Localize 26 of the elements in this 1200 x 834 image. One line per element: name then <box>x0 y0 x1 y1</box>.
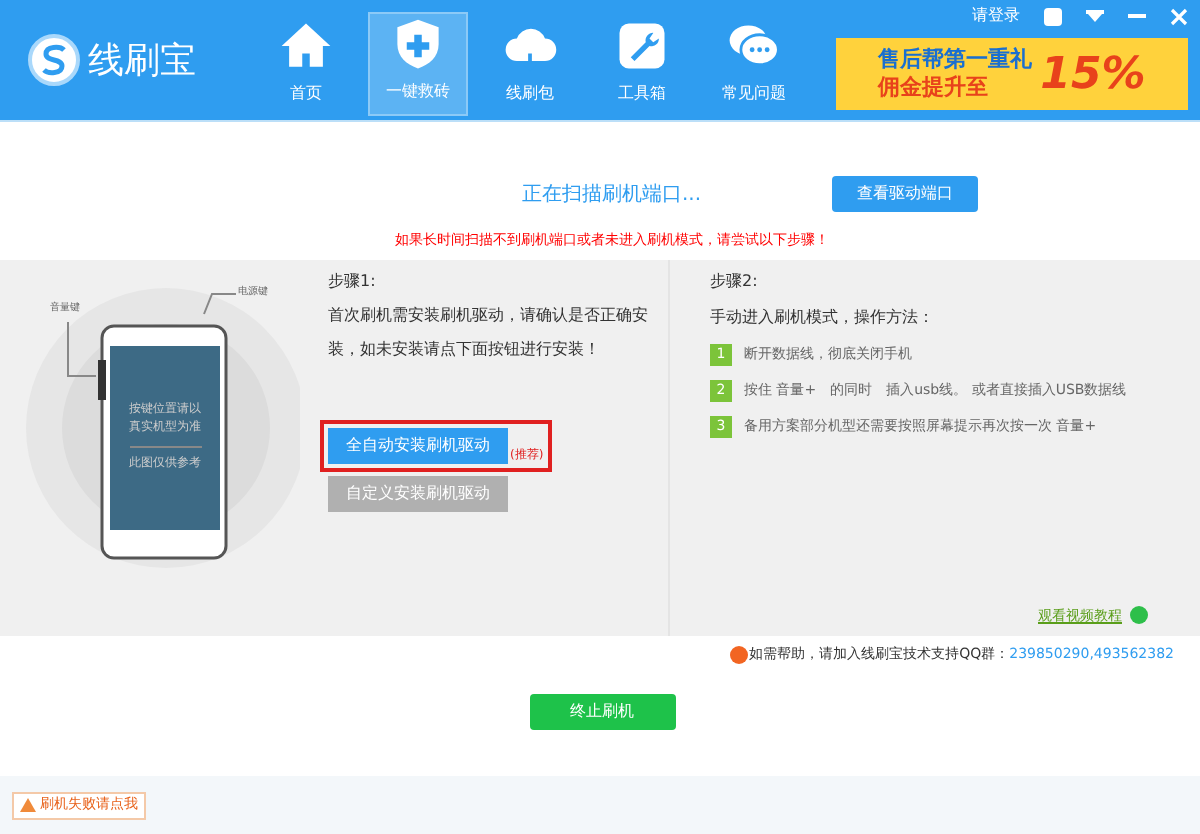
leader-line <box>203 293 237 315</box>
scan-status: 正在扫描刷机端口... <box>522 181 704 209</box>
warning-icon <box>20 798 36 812</box>
alert-icon <box>729 645 748 664</box>
step-description: 首次刷机需安装刷机驱动，请确认是否正确安装，如未安装请点下面按钮进行安装！ <box>328 304 650 362</box>
login-link[interactable]: 请登录 <box>972 4 1020 28</box>
nav-tab[interactable]: 工具箱 <box>592 12 692 116</box>
auto-install-driver-button[interactable]: 全自动安装刷机驱动 <box>328 428 508 464</box>
stop-flash-button[interactable]: 终止刷机 <box>529 693 675 729</box>
nav-tab[interactable]: 一键救砖 <box>368 12 468 116</box>
nav-tab[interactable]: 常见问题 <box>704 12 804 116</box>
dropdown-icon[interactable] <box>1086 10 1104 22</box>
banner-text: 佣金提升至 <box>878 74 989 102</box>
nav-tab[interactable]: 线刷包 <box>480 12 580 116</box>
leader-line <box>67 321 97 377</box>
view-driver-port-button[interactable]: 查看驱动端口 <box>832 176 978 212</box>
step-description: 手动进入刷机模式，操作方法： <box>710 306 936 330</box>
app-name: 线刷宝 <box>88 37 196 85</box>
nav-tab[interactable]: 首页 <box>256 12 356 116</box>
step-title: 步骤1: <box>328 270 378 294</box>
play-icon[interactable] <box>1130 606 1148 625</box>
step-title: 步骤2: <box>710 270 760 294</box>
logo-icon <box>28 34 80 86</box>
close-icon[interactable] <box>1170 7 1188 25</box>
banner-text: 售后帮第一重礼 <box>878 46 1033 74</box>
banner-percent: 15% <box>1040 47 1146 103</box>
